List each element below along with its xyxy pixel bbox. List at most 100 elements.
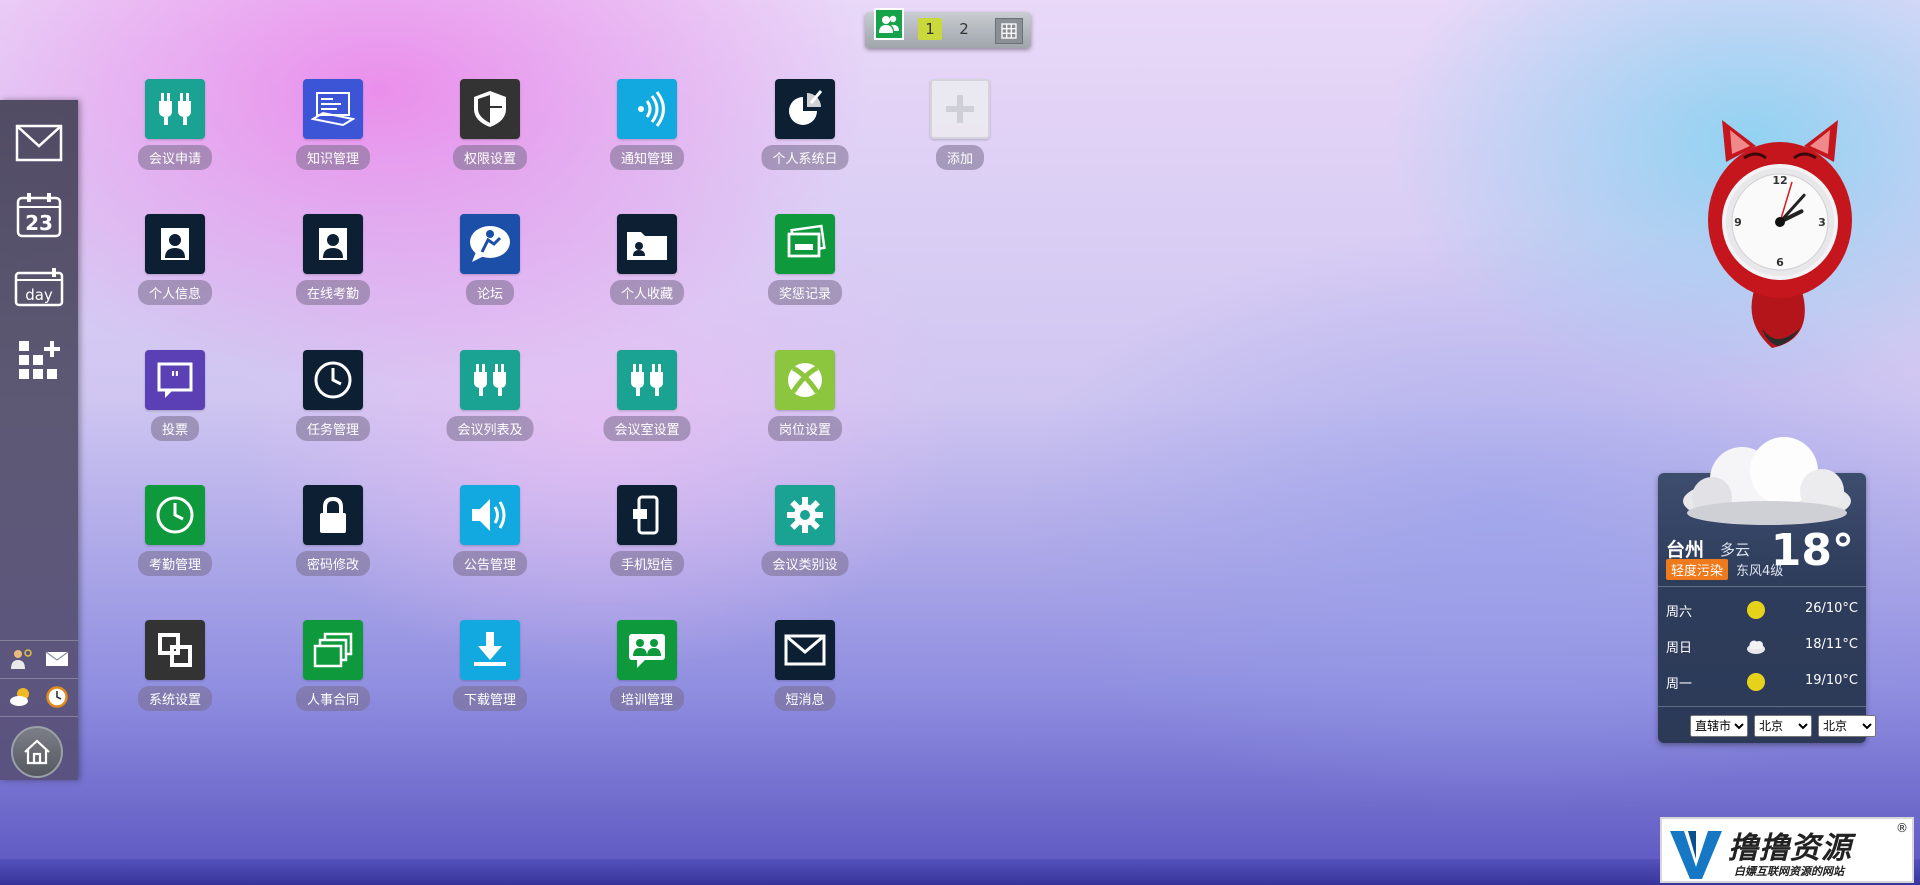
app-label[interactable]: 密码修改 [295,551,371,576]
app-label[interactable]: 会议类别设 [761,551,849,576]
app-label[interactable]: 下载管理 [452,686,528,711]
grid-icon[interactable] [995,18,1023,44]
app-shortcut[interactable]: 会议申请 [105,79,245,179]
app-label[interactable]: 投票 [150,416,200,441]
app-label[interactable]: 知识管理 [295,145,371,170]
app-label[interactable]: 个人收藏 [609,280,685,305]
xbox-icon[interactable] [775,350,835,410]
blocks-add-icon[interactable] [12,334,66,388]
envelope-icon[interactable] [12,116,66,170]
app-label[interactable]: 奖惩记录 [767,280,843,305]
logo-slogan: 白嫖互联网资源的网站 [1734,865,1844,878]
windows-icon[interactable] [145,620,205,680]
weather-city: 台州 [1666,539,1705,561]
app-label[interactable]: 公告管理 [452,551,528,576]
envelope-icon[interactable] [775,620,835,680]
forecast-row: 周六 26/10°C [1666,597,1858,623]
person-icon[interactable] [303,214,363,274]
page-1-tab[interactable]: 1 [918,18,942,40]
app-shortcut[interactable]: 培训管理 [577,620,717,720]
weather-icon[interactable] [8,684,34,710]
app-label[interactable]: 在线考勤 [295,280,371,305]
home-icon[interactable] [11,726,63,778]
app-shortcut[interactable]: 奖惩记录 [735,214,875,314]
app-label[interactable]: 会议申请 [137,145,213,170]
dock-separator [0,678,78,679]
app-shortcut[interactable]: 在线考勤 [263,214,403,314]
app-shortcut[interactable]: 论坛 [420,214,560,314]
app-shortcut[interactable]: 会议列表及 [420,350,560,450]
page-2-tab[interactable]: 2 [952,18,976,40]
plug-icon[interactable] [145,79,205,139]
clock-icon[interactable] [44,684,70,710]
speaker-icon[interactable] [460,485,520,545]
app-shortcut[interactable]: 系统设置 [105,620,245,720]
district-select[interactable]: 北京 [1818,715,1876,737]
city-select[interactable]: 北京 [1754,715,1812,737]
app-label[interactable]: 系统设置 [137,686,213,711]
app-label[interactable]: 培训管理 [609,686,685,711]
app-shortcut[interactable]: 知识管理 [263,79,403,179]
app-shortcut[interactable]: 短消息 [735,620,875,720]
phone-icon[interactable] [617,485,677,545]
app-shortcut[interactable]: 下载管理 [420,620,560,720]
app-label[interactable]: 论坛 [465,280,515,305]
app-shortcut[interactable]: " 投票 [105,350,245,450]
app-shortcut[interactable]: 密码修改 [263,485,403,585]
app-shortcut[interactable]: 会议类别设 [735,485,875,585]
chart-pen-icon[interactable] [775,79,835,139]
app-shortcut[interactable]: 岗位设置 [735,350,875,450]
air-quality-badge: 轻度污染 [1666,559,1729,580]
cards-icon[interactable] [775,214,835,274]
province-select[interactable]: 直辖市 [1690,715,1748,737]
plug-icon[interactable] [617,350,677,410]
app-shortcut[interactable]: 人事合同 [263,620,403,720]
users-icon[interactable] [874,8,904,40]
calendar-icon[interactable]: 23 [12,188,66,242]
group-icon[interactable] [617,620,677,680]
app-label[interactable]: 个人系统日 [761,145,849,170]
app-label[interactable]: 通知管理 [609,145,685,170]
stack-icon[interactable] [303,620,363,680]
user-settings-icon[interactable] [8,646,34,672]
folder-icon[interactable] [617,214,677,274]
app-shortcut[interactable]: 添加 [890,79,1030,179]
app-shortcut[interactable]: 权限设置 [420,79,560,179]
app-shortcut[interactable]: 个人收藏 [577,214,717,314]
mail-icon[interactable] [44,646,70,672]
app-shortcut[interactable]: 通知管理 [577,79,717,179]
forum-icon[interactable] [460,214,520,274]
app-label[interactable]: 手机短信 [609,551,685,576]
shield-icon[interactable] [460,79,520,139]
quote-bubble-icon[interactable]: " [145,350,205,410]
app-label[interactable]: 短消息 [774,686,836,711]
clock-icon[interactable] [145,485,205,545]
app-label[interactable]: 任务管理 [295,416,371,441]
download-icon[interactable] [460,620,520,680]
app-shortcut[interactable]: 个人信息 [105,214,245,314]
app-label[interactable]: 会议室设置 [603,416,691,441]
app-shortcut[interactable]: 考勤管理 [105,485,245,585]
app-label[interactable]: 人事合同 [295,686,371,711]
day-icon[interactable]: day [12,260,66,314]
app-shortcut[interactable]: 手机短信 [577,485,717,585]
plus-icon[interactable] [930,79,990,139]
app-label[interactable]: 考勤管理 [137,551,213,576]
app-shortcut[interactable]: 任务管理 [263,350,403,450]
app-label[interactable]: 会议列表及 [446,416,534,441]
logo-registered: ® [1896,821,1908,835]
app-shortcut[interactable]: 会议室设置 [577,350,717,450]
book-icon[interactable] [303,79,363,139]
app-label[interactable]: 添加 [935,145,985,170]
app-shortcut[interactable]: 公告管理 [420,485,560,585]
app-label[interactable]: 个人信息 [137,280,213,305]
lock-icon[interactable] [303,485,363,545]
clock-icon[interactable] [303,350,363,410]
person-icon[interactable] [145,214,205,274]
app-shortcut[interactable]: 个人系统日 [735,79,875,179]
broadcast-icon[interactable] [617,79,677,139]
app-label[interactable]: 岗位设置 [767,416,843,441]
plug-icon[interactable] [460,350,520,410]
gear-icon[interactable] [775,485,835,545]
app-label[interactable]: 权限设置 [452,145,528,170]
